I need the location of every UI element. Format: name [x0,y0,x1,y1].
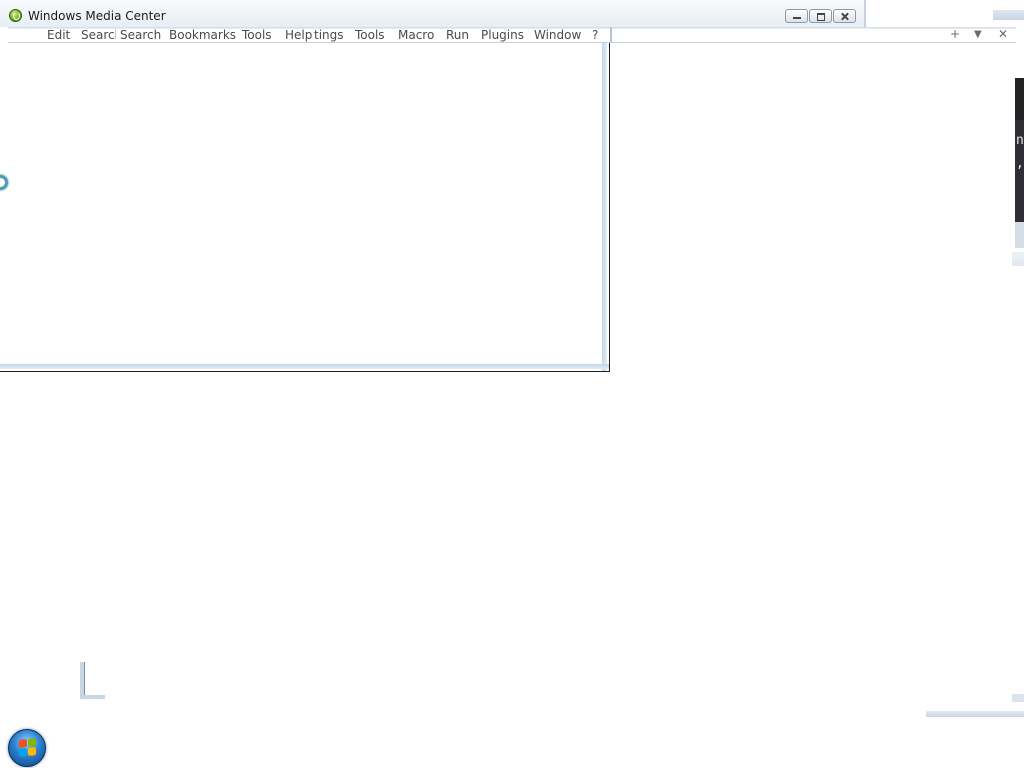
menu-search[interactable]: Search [120,28,161,42]
caption-buttons [785,9,856,23]
fragment-text-1: n [1016,133,1024,148]
add-tab-button[interactable]: + [950,27,960,41]
menu-bar: Edit Search Search Bookmarks Tools Help … [8,27,1016,43]
window-fragment-top [993,10,1024,20]
menu-tools[interactable]: Tools [242,28,272,42]
menu-search-truncated[interactable]: Search [81,28,116,42]
menu-macro[interactable]: Macro [398,28,434,42]
media-center-logo-icon [9,9,22,22]
menu-run[interactable]: Run [446,28,469,42]
fragment-text-2: , [1016,156,1024,171]
close-button[interactable] [833,9,856,23]
editor-panel[interactable] [0,43,610,372]
menu-edit[interactable]: Edit [47,28,70,42]
window-fragment-bottom-right [1012,694,1024,702]
tab-dropdown-button[interactable]: ▼ [974,28,982,42]
window-fragment-light [1015,222,1024,248]
menu-help[interactable]: Help [285,28,312,42]
start-button[interactable] [8,729,46,767]
windows-start-orb-icon [19,738,36,757]
window-title: Windows Media Center [28,9,166,23]
desktop: Windows Media Center Edit Search Search … [0,0,1024,768]
window-titlebar[interactable]: Windows Media Center [0,0,864,27]
dark-window-fragment-header [1015,78,1024,120]
menu-settings-truncated[interactable]: tings [314,28,344,42]
menu-help-question[interactable]: ? [592,28,598,42]
busy-cursor-icon [0,175,8,190]
window-fragment-bottom-bar [926,711,1024,717]
menu-window[interactable]: Window [534,28,581,42]
restore-button[interactable] [809,9,832,23]
menu-plugins[interactable]: Plugins [481,28,524,42]
media-center-window[interactable]: Windows Media Center [0,0,866,27]
menu-separator [610,27,612,42]
menu-bookmarks[interactable]: Bookmarks [169,28,236,42]
minimize-button[interactable] [785,9,808,23]
menu-tools-2[interactable]: Tools [355,28,385,42]
window-fragment-light-2 [1012,252,1024,266]
close-tab-button[interactable]: ✕ [998,27,1008,41]
window-corner-fragment [80,662,105,699]
